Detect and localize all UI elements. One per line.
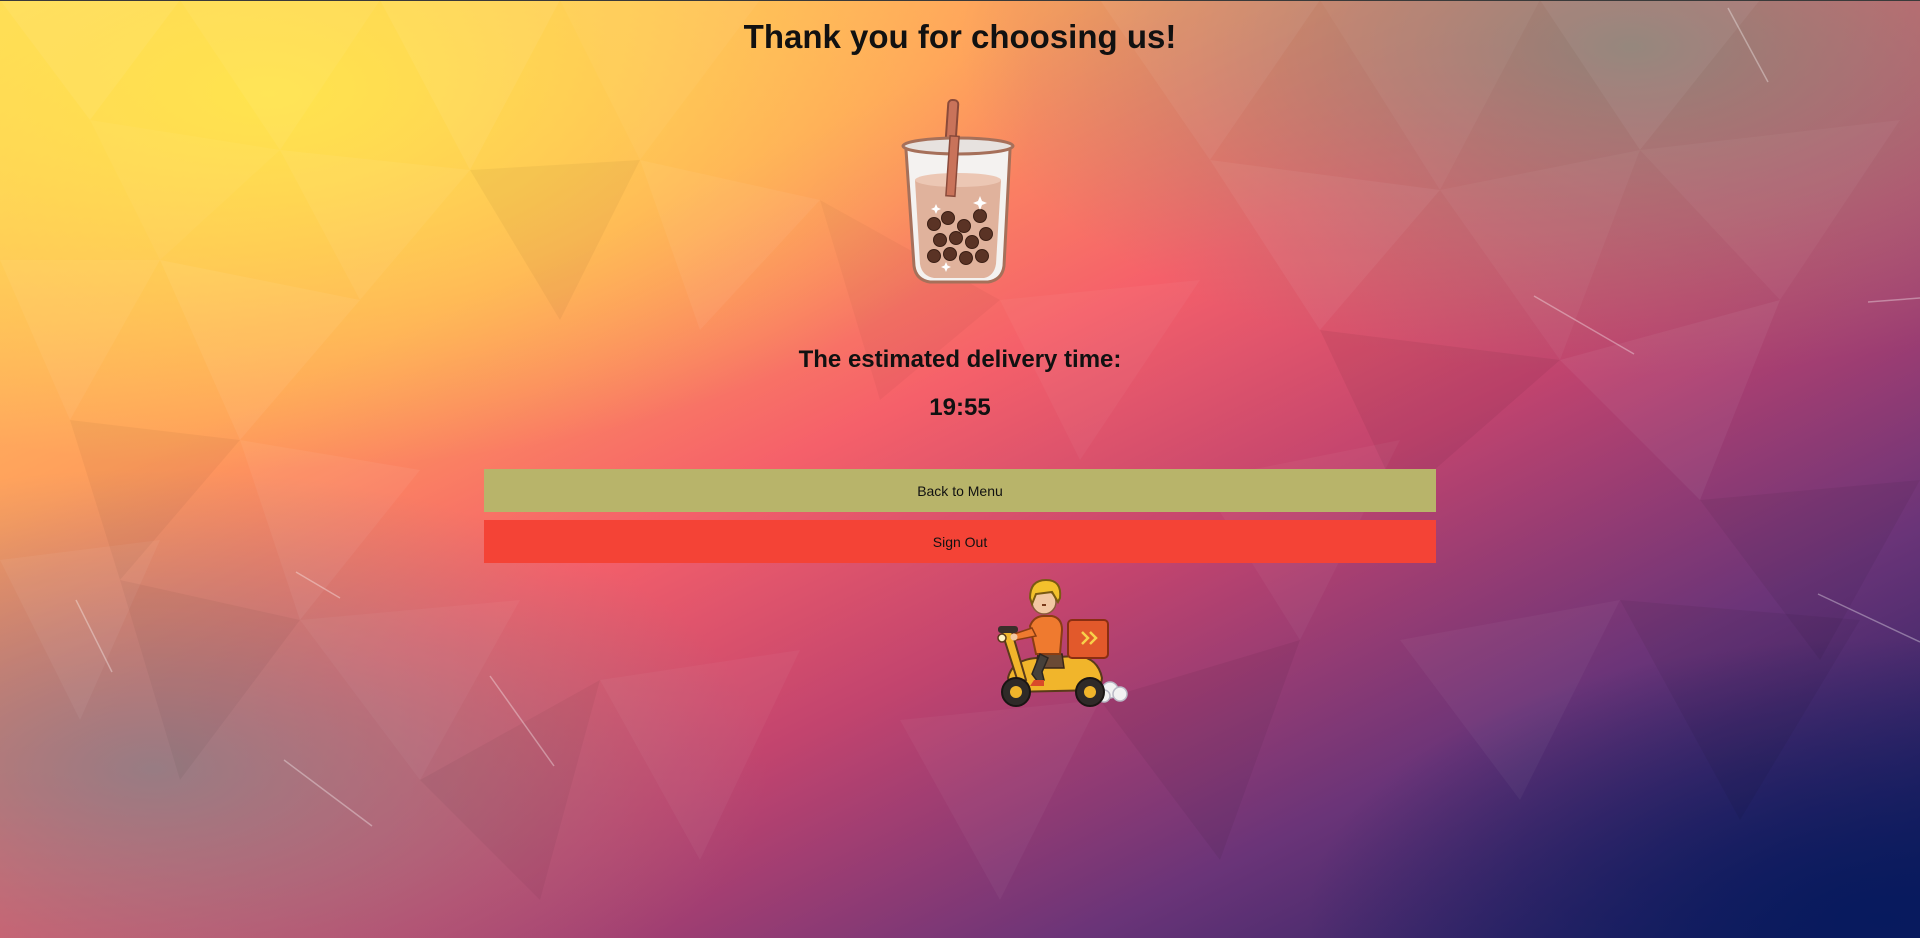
sign-out-button[interactable]: Sign Out — [484, 520, 1436, 563]
page-title: Thank you for choosing us! — [743, 18, 1177, 55]
confirmation-page: Thank you for choosing us! The estimated… — [0, 0, 1920, 938]
bubble-tea-icon — [901, 99, 1015, 284]
delivery-time-label: The estimated delivery time: — [798, 346, 1122, 373]
delivery-scooter-icon — [997, 578, 1128, 707]
delivery-time-value: 19:55 — [929, 394, 991, 421]
back-to-menu-button[interactable]: Back to Menu — [484, 469, 1436, 512]
window-top-border — [0, 0, 1920, 1]
